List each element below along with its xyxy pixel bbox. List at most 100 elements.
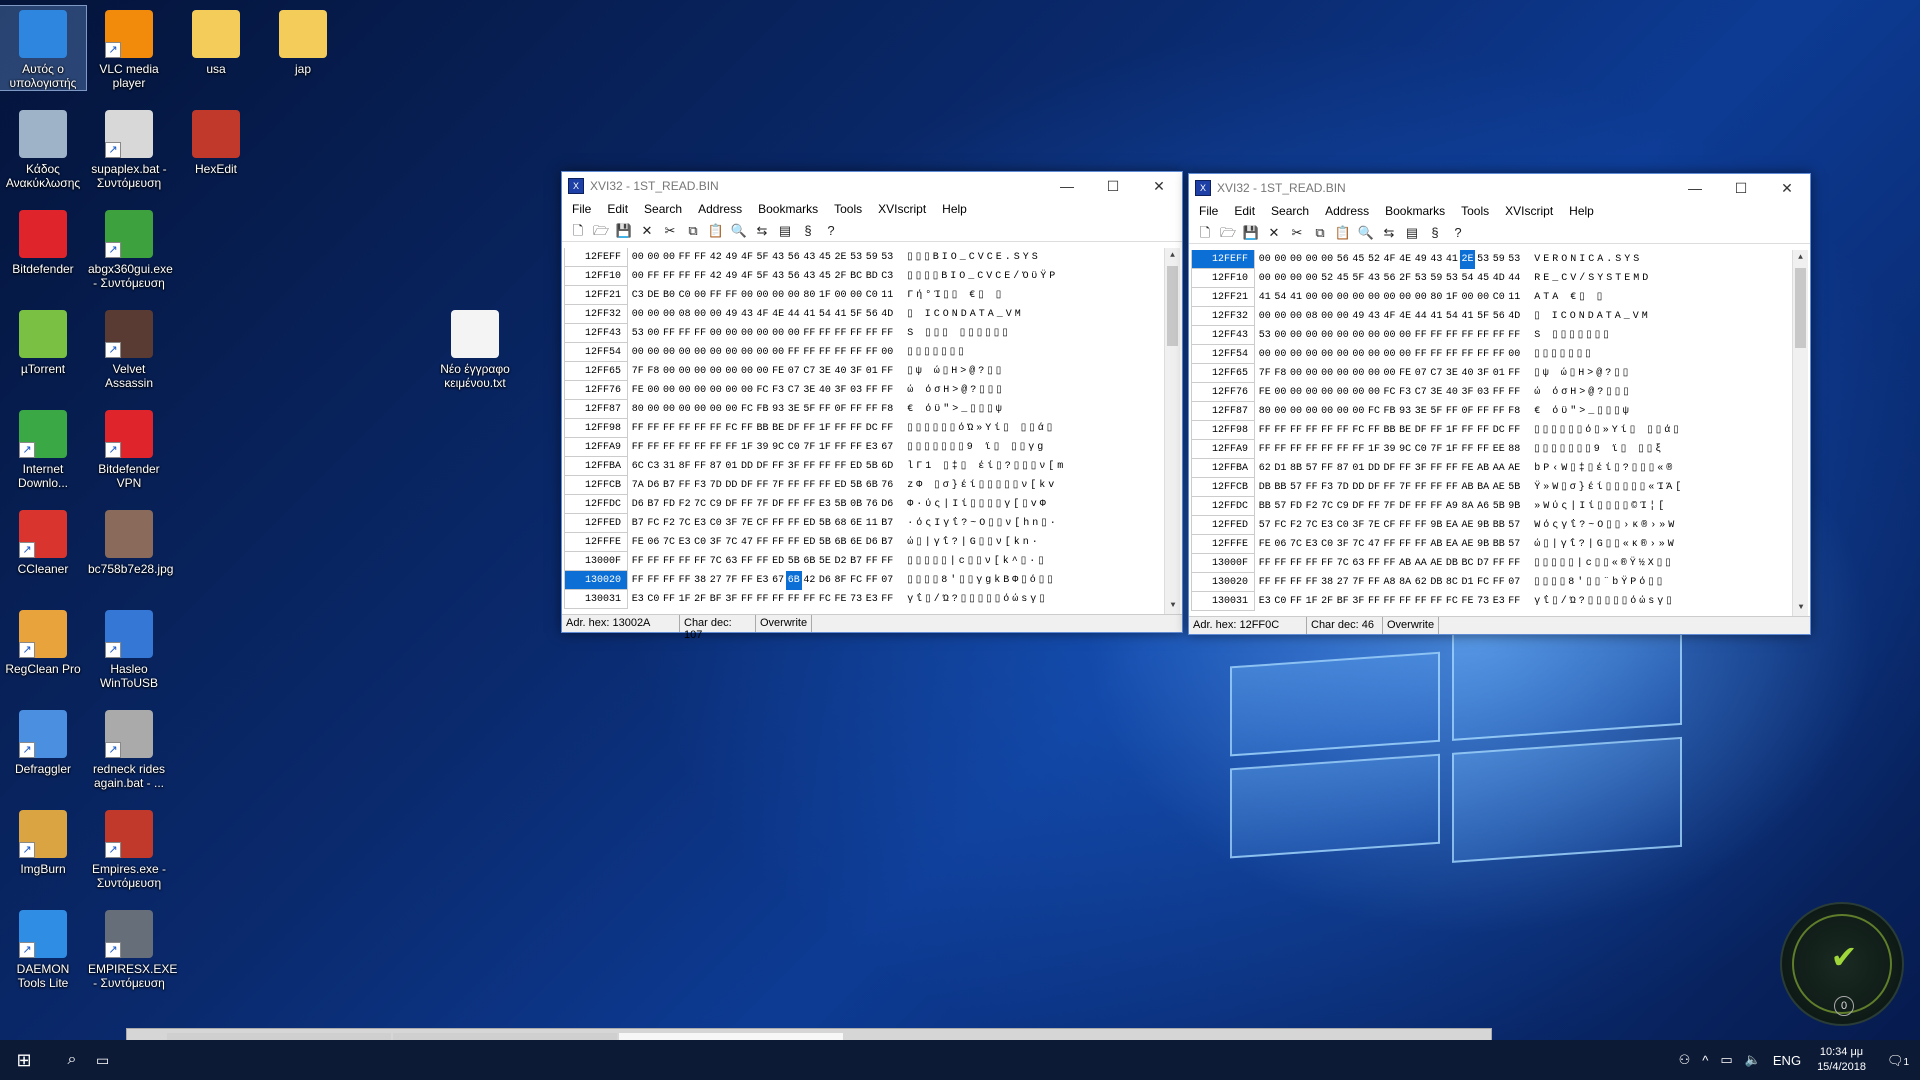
- hex-byte[interactable]: FF: [1429, 326, 1445, 345]
- address-cell[interactable]: 12FF21: [1191, 288, 1255, 307]
- hex-byte[interactable]: FC: [1475, 573, 1491, 592]
- hex-byte[interactable]: FF: [770, 533, 786, 552]
- hex-byte[interactable]: 7D: [708, 476, 724, 495]
- address-cell[interactable]: 12FEFF: [564, 248, 628, 267]
- hex-byte[interactable]: 38: [692, 571, 708, 590]
- hex-byte[interactable]: FF: [661, 590, 677, 609]
- hex-byte[interactable]: 42: [708, 267, 724, 286]
- desktop-icon[interactable]: µTorrent: [0, 306, 86, 376]
- hex-byte[interactable]: 59: [1491, 250, 1507, 269]
- hex-byte[interactable]: 5F: [1351, 269, 1367, 288]
- hex-byte[interactable]: F3: [692, 476, 708, 495]
- hex-byte[interactable]: 62: [1413, 573, 1429, 592]
- address-cell[interactable]: 12FF54: [1191, 345, 1255, 364]
- scroll-up-icon[interactable]: ▲: [1793, 250, 1808, 266]
- hex-byte[interactable]: 43: [1429, 250, 1445, 269]
- hex-byte[interactable]: 00: [1304, 288, 1320, 307]
- hex-byte[interactable]: FF: [833, 324, 849, 343]
- hex-byte[interactable]: 00: [1366, 288, 1382, 307]
- window-titlebar[interactable]: X XVI32 - 1ST_READ.BIN — ☐ ✕: [562, 172, 1182, 200]
- hex-byte[interactable]: 00: [739, 324, 755, 343]
- address-cell[interactable]: 12FF43: [564, 324, 628, 343]
- hex-byte[interactable]: D6: [646, 476, 662, 495]
- hex-byte[interactable]: C9: [1335, 497, 1351, 516]
- hex-byte[interactable]: 00: [1319, 326, 1335, 345]
- address-cell[interactable]: 12FFCB: [1191, 478, 1255, 497]
- hex-byte[interactable]: 7F: [1382, 497, 1398, 516]
- hex-byte[interactable]: 5B: [864, 457, 880, 476]
- char-row[interactable]: ▯ψ ώ▯Η>@?▯▯: [1530, 364, 1748, 383]
- char-row[interactable]: ▯ ICONDATA_VM: [903, 305, 1121, 324]
- hex-byte[interactable]: DF: [1382, 459, 1398, 478]
- find-icon[interactable]: 🔍: [1356, 223, 1376, 243]
- hex-byte[interactable]: 3E: [1429, 383, 1445, 402]
- hex-byte[interactable]: 01: [724, 457, 740, 476]
- hex-byte[interactable]: 4D: [880, 305, 896, 324]
- hex-byte[interactable]: FF: [848, 324, 864, 343]
- hex-byte[interactable]: C7: [1413, 383, 1429, 402]
- address-cell[interactable]: 13000F: [564, 552, 628, 571]
- hex-byte[interactable]: 93: [1397, 402, 1413, 421]
- hex-byte[interactable]: FF: [1397, 592, 1413, 611]
- hex-byte[interactable]: BB: [755, 419, 771, 438]
- hex-byte[interactable]: F3: [770, 381, 786, 400]
- hex-byte[interactable]: FF: [880, 362, 896, 381]
- hex-byte[interactable]: FF: [1460, 440, 1476, 459]
- hex-byte[interactable]: 59: [1429, 269, 1445, 288]
- char-row[interactable]: lΓ1 ▯‡▯ έί▯?▯▯▯ν[m: [903, 457, 1121, 476]
- address-cell[interactable]: 12FFBA: [564, 457, 628, 476]
- hex-byte[interactable]: 41: [802, 305, 818, 324]
- char-row[interactable]: γΐ▯/Ώ?▯▯▯▯▯όώsγ▯: [903, 590, 1121, 609]
- hex-byte[interactable]: 6B: [864, 476, 880, 495]
- hex-byte[interactable]: 00: [1273, 307, 1289, 326]
- hex-byte[interactable]: C0: [646, 590, 662, 609]
- hex-byte[interactable]: 43: [770, 267, 786, 286]
- hex-byte[interactable]: F3: [1319, 478, 1335, 497]
- hex-byte[interactable]: 5B: [817, 514, 833, 533]
- desktop-icon[interactable]: ImgBurn: [0, 806, 86, 876]
- hex-byte[interactable]: E3: [1304, 535, 1320, 554]
- maximize-icon[interactable]: ☐: [1718, 174, 1764, 202]
- hex-byte[interactable]: AE: [1460, 535, 1476, 554]
- hex-byte[interactable]: 1F: [1444, 288, 1460, 307]
- hex-byte[interactable]: FF: [1304, 478, 1320, 497]
- hex-byte[interactable]: FF: [880, 552, 896, 571]
- hex-byte[interactable]: F8: [880, 400, 896, 419]
- hex-byte[interactable]: D2: [833, 552, 849, 571]
- hex-byte[interactable]: FC: [646, 514, 662, 533]
- hex-byte[interactable]: 8C: [1444, 573, 1460, 592]
- hex-byte[interactable]: 1F: [817, 438, 833, 457]
- hex-byte[interactable]: 5B: [848, 476, 864, 495]
- hex-byte[interactable]: FF: [1257, 573, 1273, 592]
- hex-byte[interactable]: 4F: [1382, 250, 1398, 269]
- hex-byte[interactable]: 43: [770, 248, 786, 267]
- hex-byte[interactable]: 9B: [1475, 516, 1491, 535]
- hex-byte[interactable]: E3: [630, 590, 646, 609]
- hex-byte[interactable]: FE: [1397, 364, 1413, 383]
- address-cell[interactable]: 12FF32: [564, 305, 628, 324]
- hex-byte[interactable]: 8A: [1397, 573, 1413, 592]
- hex-byte[interactable]: 8F: [833, 571, 849, 590]
- hex-byte[interactable]: 53: [880, 248, 896, 267]
- hex-byte[interactable]: FC: [1273, 516, 1289, 535]
- hex-byte[interactable]: FF: [692, 419, 708, 438]
- hex-byte[interactable]: 00: [739, 286, 755, 305]
- hex-byte[interactable]: C0: [1491, 288, 1507, 307]
- hex-byte[interactable]: D6: [817, 571, 833, 590]
- hex-byte[interactable]: D1: [1460, 573, 1476, 592]
- hex-byte[interactable]: 00: [692, 381, 708, 400]
- minimize-icon[interactable]: —: [1672, 174, 1718, 202]
- hex-byte[interactable]: AE: [1460, 516, 1476, 535]
- maximize-icon[interactable]: ☐: [1090, 172, 1136, 200]
- char-row[interactable]: ▯▯▯▯▯▯όΏ»Υί▯ ▯▯ά▯: [903, 419, 1121, 438]
- hex-byte[interactable]: FF: [802, 476, 818, 495]
- scroll-thumb[interactable]: [1167, 266, 1178, 346]
- hex-byte[interactable]: DB: [1257, 478, 1273, 497]
- hex-byte[interactable]: 00: [708, 343, 724, 362]
- char-row[interactable]: S ▯▯▯▯▯▯▯: [1530, 326, 1748, 345]
- hex-byte[interactable]: 9C: [1397, 440, 1413, 459]
- hex-byte[interactable]: FF: [1304, 421, 1320, 440]
- hex-byte[interactable]: 00: [1288, 269, 1304, 288]
- hex-byte[interactable]: 80: [802, 286, 818, 305]
- find-icon[interactable]: 🔍: [729, 221, 749, 241]
